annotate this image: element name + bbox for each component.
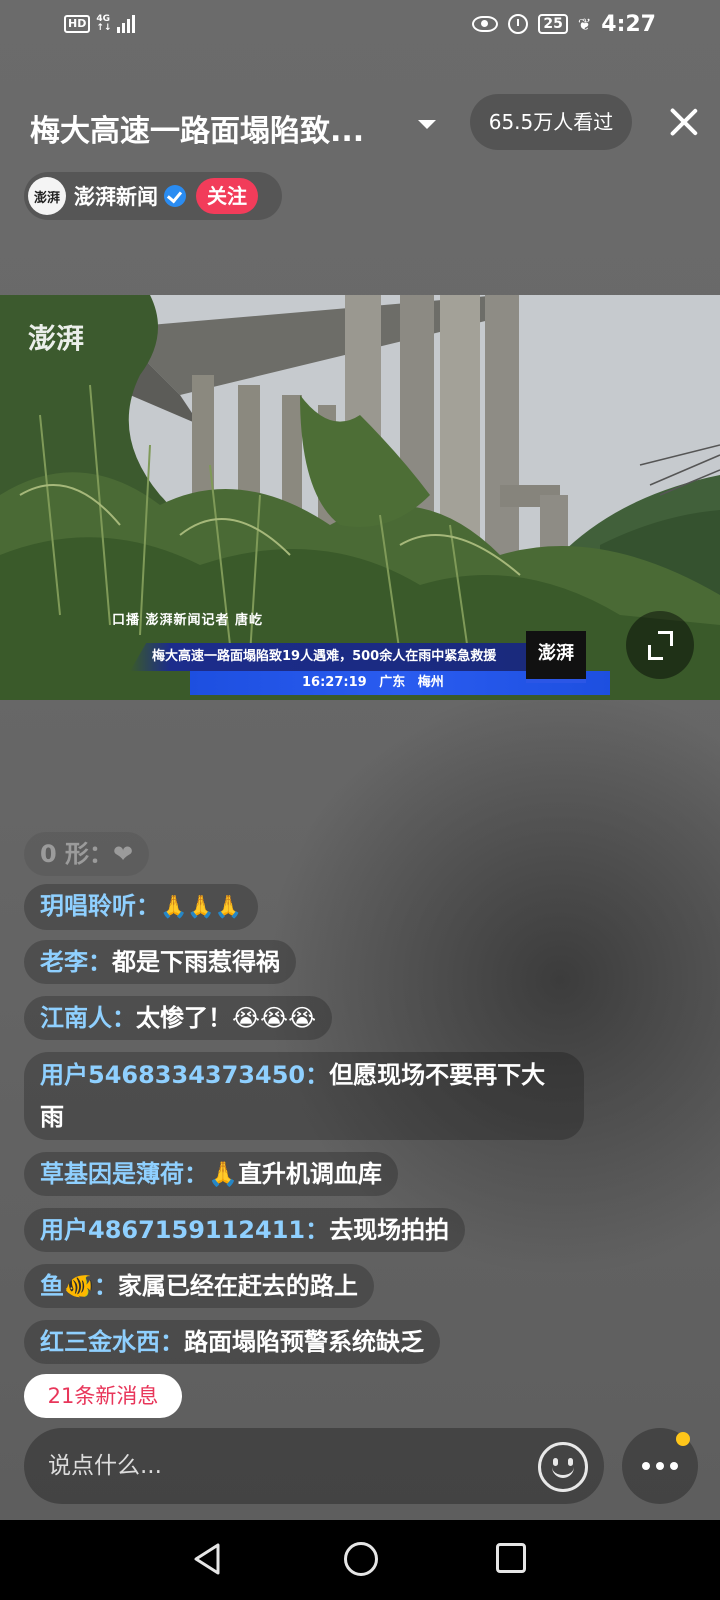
follow-button[interactable]: 关注	[196, 178, 258, 214]
channel-pill[interactable]: 澎湃 澎湃新闻 关注	[24, 172, 282, 220]
message-text: 太惨了！😭😭😭	[136, 1004, 317, 1032]
home-icon[interactable]	[344, 1542, 378, 1576]
channel-logo-box: 澎湃	[526, 631, 586, 683]
list-item[interactable]: 玥唱聆听：🙏🙏🙏	[24, 884, 259, 930]
viewer-count[interactable]: 65.5万人看过	[470, 94, 632, 150]
leaf-icon: ❦	[577, 14, 592, 34]
reporter-caption: 口播 澎湃新闻记者 唐屹	[112, 613, 264, 628]
username[interactable]: 江南人：	[40, 1004, 136, 1032]
message-text: 去现场拍拍	[329, 1216, 450, 1244]
watermark-logo: 澎湃	[28, 322, 85, 355]
video-frame	[0, 295, 720, 700]
news-headline: 梅大高速一路面塌陷致19人遇难，500余人在雨中紧急救援	[130, 643, 535, 671]
message-text: 0 形：❤	[40, 840, 134, 868]
hd-badge: HD	[64, 15, 91, 33]
alarm-icon	[508, 14, 529, 34]
username[interactable]: 玥唱聆听：	[40, 892, 160, 920]
username[interactable]: 红三金水西：	[40, 1328, 184, 1356]
live-header: 梅大高速一路面塌陷致... 65.5万人看过	[0, 90, 720, 160]
username[interactable]: 用户4867159112411：	[40, 1216, 329, 1244]
list-item[interactable]: 用户5468334373450：但愿现场不要再下大雨	[24, 1052, 584, 1140]
clock: 4:27	[601, 11, 656, 37]
message-text: 路面塌陷预警系统缺乏	[184, 1328, 424, 1356]
list-item: 0 形：❤	[24, 832, 150, 876]
network-arrows: ↑↓	[96, 23, 112, 33]
comment-input[interactable]: 说点什么...	[24, 1428, 604, 1504]
fullscreen-icon[interactable]	[626, 611, 694, 679]
channel-name[interactable]: 澎湃新闻	[74, 181, 158, 211]
live-title[interactable]: 梅大高速一路面塌陷致...	[30, 106, 400, 150]
close-icon[interactable]	[668, 106, 700, 138]
username[interactable]: 草基因是薄荷：	[40, 1160, 208, 1188]
message-text: 都是下雨惹得祸	[112, 948, 280, 976]
notification-dot	[676, 1432, 690, 1446]
verified-icon	[164, 185, 186, 207]
back-icon[interactable]	[192, 1542, 222, 1576]
chevron-down-icon[interactable]	[418, 120, 436, 129]
message-text: 🙏🙏🙏	[160, 895, 243, 920]
message-text: 家属已经在赶去的路上	[117, 1272, 358, 1300]
network-indicator: 4G ↑↓	[96, 15, 111, 33]
username[interactable]: 老李：	[40, 948, 112, 976]
username[interactable]: 鱼🐠：	[40, 1272, 118, 1300]
list-item[interactable]: 红三金水西：路面塌陷预警系统缺乏	[24, 1320, 440, 1364]
video-player[interactable]: 澎湃 口播 澎湃新闻记者 唐屹 梅大高速一路面塌陷致19人遇难，500余人在雨中…	[0, 295, 720, 700]
list-item[interactable]: 鱼🐠：家属已经在赶去的路上	[24, 1264, 374, 1308]
username[interactable]: 用户5468334373450：	[40, 1061, 329, 1089]
status-left: HD 4G ↑↓	[64, 15, 136, 33]
status-bar: HD 4G ↑↓ 25 ❦ 4:27	[0, 0, 720, 48]
list-item[interactable]: 江南人：太惨了！😭😭😭	[24, 996, 333, 1040]
status-right: 25 ❦ 4:27	[472, 12, 656, 37]
list-item[interactable]: 用户4867159112411：去现场拍拍	[24, 1208, 466, 1252]
navigation-bar	[0, 1520, 720, 1600]
recent-apps-icon[interactable]	[496, 1543, 526, 1573]
eye-comfort-icon	[472, 16, 499, 32]
signal-icon	[117, 15, 136, 33]
battery-icon: 25	[538, 14, 568, 34]
list-item[interactable]: 草基因是薄荷：🙏直升机调血库	[24, 1152, 398, 1196]
message-text: 🙏直升机调血库	[208, 1160, 382, 1188]
new-messages-button[interactable]: 21条新消息	[24, 1374, 182, 1418]
list-item[interactable]: 老李：都是下雨惹得祸	[24, 940, 296, 984]
avatar[interactable]: 澎湃	[28, 177, 66, 215]
emoji-icon[interactable]	[538, 1442, 588, 1492]
